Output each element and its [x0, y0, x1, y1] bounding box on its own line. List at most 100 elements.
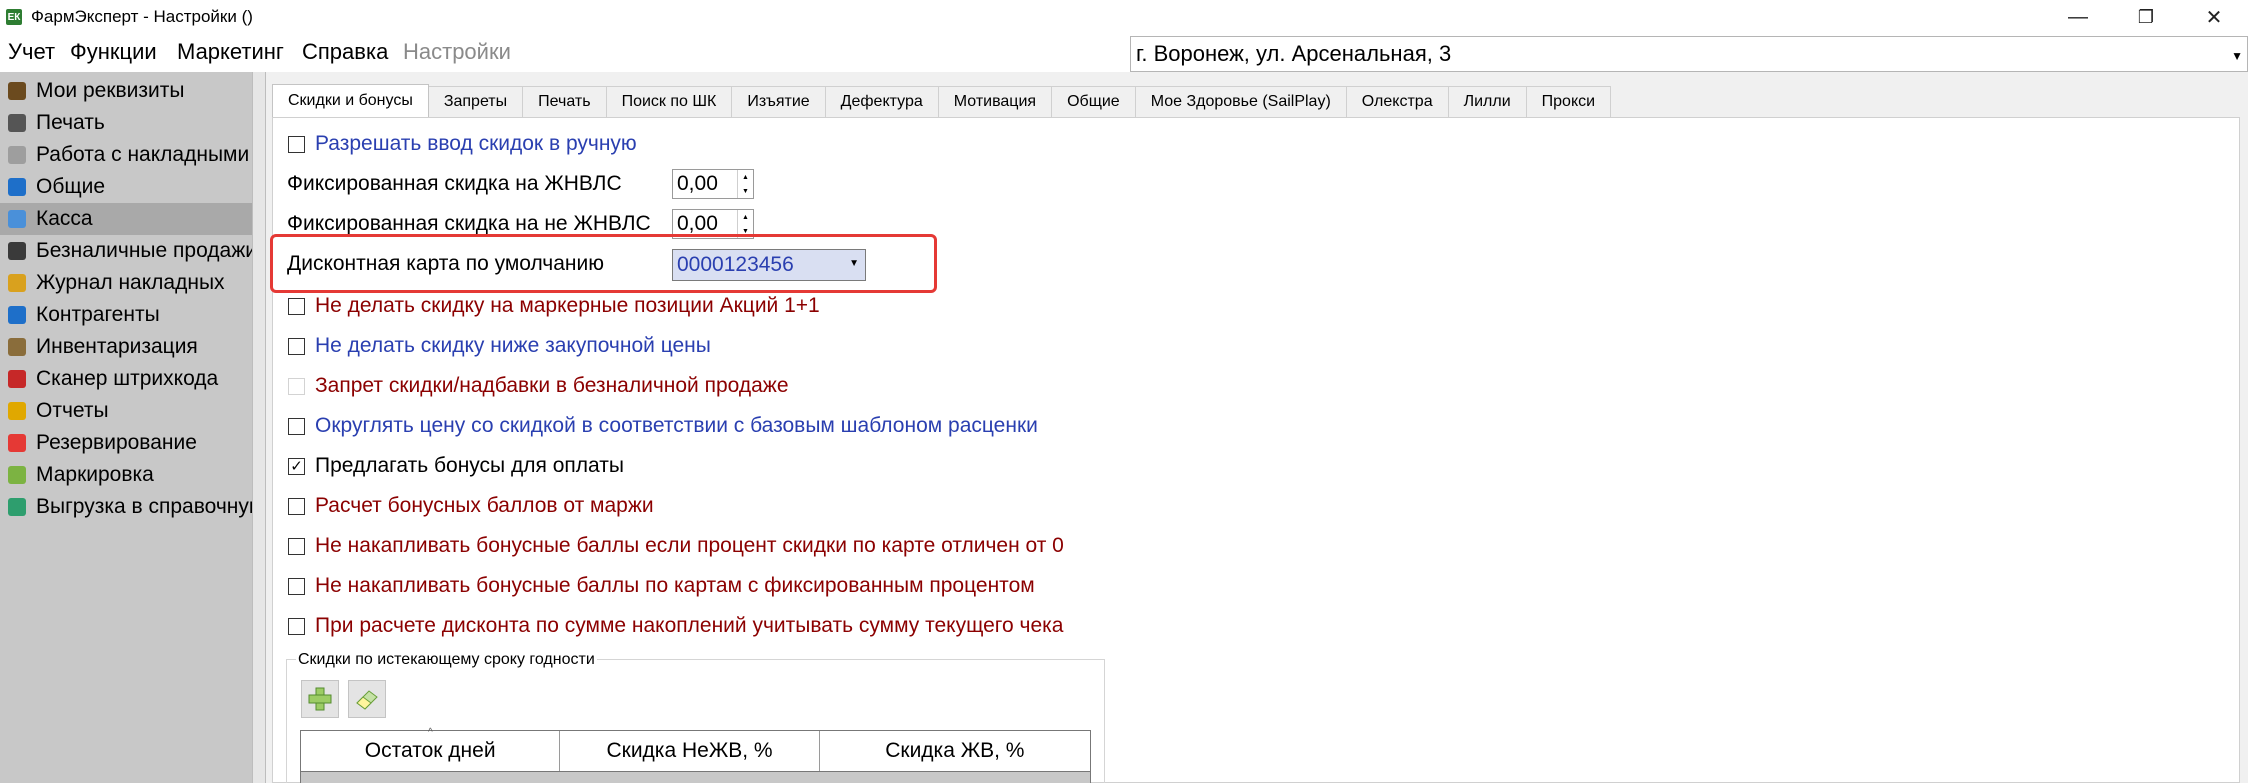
option-checkbox[interactable]: Не делать скидку на маркерные позиции Ак… — [288, 292, 820, 320]
checkbox-box[interactable] — [288, 577, 305, 595]
checkbox-box[interactable] — [288, 297, 305, 315]
reports-icon — [8, 402, 26, 420]
option-label: Не делать скидку ниже закупочной цены — [315, 334, 711, 357]
spin-down-icon[interactable]: ▼ — [742, 188, 749, 195]
checkbox-box[interactable] — [288, 497, 305, 515]
rubber-stamp-icon — [8, 82, 26, 100]
checkbox-box[interactable] — [288, 337, 305, 355]
sidebar-item[interactable]: Резервирование — [0, 427, 252, 459]
window-title: ФармЭксперт - Настройки () — [31, 7, 253, 26]
option-checkbox[interactable]: При расчете дисконта по сумме накоплений… — [288, 612, 1063, 640]
option-checkbox[interactable]: Не делать скидку ниже закупочной цены — [288, 332, 711, 360]
chevron-down-icon: ▼ — [2231, 49, 2243, 63]
option-label: Не делать скидку на маркерные позиции Ак… — [315, 294, 820, 317]
add-row-button[interactable] — [301, 680, 339, 718]
spin-up-icon[interactable]: ▲ — [742, 214, 749, 221]
menu-help[interactable]: Справка — [302, 39, 388, 65]
checkbox-box[interactable] — [288, 135, 305, 153]
menu-functions[interactable]: Функции — [70, 39, 157, 65]
document-icon — [8, 146, 26, 164]
default-card-label: Дисконтная карта по умолчанию — [287, 252, 604, 275]
tab[interactable]: Скидки и бонусы — [272, 84, 429, 117]
sort-caret-icon: ^ — [428, 727, 433, 738]
tab[interactable]: Запреты — [427, 86, 524, 117]
sidebar-item-label: Выгрузка в справочную — [36, 495, 252, 518]
option-label: При расчете дисконта по сумме накоплений… — [315, 614, 1064, 637]
option-checkbox[interactable]: Расчет бонусных баллов от маржи — [288, 492, 654, 520]
printer-icon — [8, 114, 26, 132]
sidebar-item-label: Касса — [36, 207, 93, 230]
tab[interactable]: Изъятие — [731, 86, 826, 117]
barcode-icon — [8, 370, 26, 388]
option-checkbox[interactable]: Не накапливать бонусные баллы по картам … — [288, 572, 1035, 600]
table-row[interactable] — [300, 772, 1091, 783]
tab[interactable]: Общие — [1051, 86, 1136, 117]
minimize-button[interactable]: — — [2044, 0, 2112, 34]
option-checkbox[interactable]: Не накапливать бонусные баллы если проце… — [288, 532, 1064, 560]
sidebar-item[interactable]: Сканер штрихкода — [0, 363, 252, 395]
reservation-icon — [8, 434, 26, 452]
eraser-button[interactable] — [348, 680, 386, 718]
tab-bar: Скидки и бонусы Запреты Печать Поиск по ШК И… — [272, 84, 1612, 117]
sidebar-item[interactable]: Безналичные продажи — [0, 235, 252, 267]
sidebar-item-label: Общие — [36, 175, 106, 198]
restore-button[interactable]: ❐ — [2112, 0, 2180, 34]
checkbox-box — [288, 377, 305, 395]
expiry-grid-header: Остаток дней Скидка НеЖВ, % Скидка ЖВ, % — [300, 730, 1091, 772]
store-address-select[interactable]: г. Воронеж, ул. Арсенальная, 3 ▼ — [1130, 36, 2248, 72]
option-label: Расчет бонусных баллов от маржи — [315, 494, 654, 517]
sidebar-item[interactable]: Маркировка — [0, 459, 252, 491]
eraser-icon — [356, 690, 378, 710]
option-checkbox[interactable]: Округлять цену со скидкой в соответствии… — [288, 412, 1038, 440]
sidebar-item-label: Отчеты — [36, 399, 109, 422]
sidebar-item[interactable]: Выгрузка в справочную — [0, 491, 252, 523]
close-button[interactable]: ✕ — [2180, 0, 2248, 34]
option-label: Предлагать бонусы для оплаты — [315, 454, 624, 477]
contacts-icon — [8, 306, 26, 324]
tab[interactable]: Поиск по ШК — [605, 86, 733, 117]
manual-discount-label: Разрешать ввод скидок в ручную — [315, 132, 637, 155]
sidebar-item[interactable]: Отчеты — [0, 395, 252, 427]
manual-discount-checkbox[interactable]: Разрешать ввод скидок в ручную — [288, 130, 637, 158]
checkbox-box[interactable] — [288, 417, 305, 435]
fixed-non-zhnvls-label: Фиксированная скидка на не ЖНВЛС — [287, 212, 651, 235]
column-discount-non-zhv[interactable]: Скидка НеЖВ, % — [560, 731, 820, 771]
tab[interactable]: Лилли — [1447, 86, 1527, 117]
card-terminal-icon — [8, 242, 26, 260]
tab[interactable]: Прокси — [1525, 86, 1612, 117]
fixed-zhnvls-spinner[interactable]: 0,00 ▲ ▼ — [672, 169, 754, 199]
tab[interactable]: Олекстра — [1345, 86, 1449, 117]
sidebar-item[interactable]: Работа с накладными — [0, 139, 252, 171]
option-checkbox[interactable]: ✓ Предлагать бонусы для оплаты — [288, 452, 624, 480]
menu-marketing[interactable]: Маркетинг — [177, 39, 284, 65]
column-discount-zhv[interactable]: Скидка ЖВ, % — [820, 731, 1090, 771]
upload-globe-icon — [8, 498, 26, 516]
sidebar-item[interactable]: Инвентаризация — [0, 331, 252, 363]
checkbox-box[interactable] — [288, 617, 305, 635]
sidebar-item-label: Безналичные продажи — [36, 239, 252, 262]
checkmark-icon[interactable]: ✓ — [288, 457, 305, 475]
fixed-zhnvls-value: 0,00 — [677, 172, 718, 195]
menu-uchet[interactable]: Учет — [8, 39, 55, 65]
plus-icon — [308, 687, 332, 711]
spin-up-icon[interactable]: ▲ — [742, 174, 749, 181]
sidebar-item[interactable]: Контрагенты — [0, 299, 252, 331]
sidebar-item[interactable]: Печать — [0, 107, 252, 139]
cash-register-icon — [8, 210, 26, 228]
sidebar-item-label: Печать — [36, 111, 105, 134]
sidebar-item[interactable]: Мои реквизиты — [0, 75, 252, 107]
sidebar-item[interactable]: Общие — [0, 171, 252, 203]
tab[interactable]: Мое Здоровье (SailPlay) — [1134, 86, 1347, 117]
sidebar-item-label: Мои реквизиты — [36, 79, 185, 102]
tab[interactable]: Печать — [522, 86, 607, 117]
splitter[interactable] — [252, 72, 266, 783]
default-card-select[interactable]: 0000123456 ▼ — [672, 249, 866, 281]
option-label: Не накапливать бонусные баллы по картам … — [315, 574, 1035, 597]
option-label: Запрет скидки/надбавки в безналичной про… — [315, 374, 789, 397]
sidebar-item[interactable]: Журнал накладных — [0, 267, 252, 299]
sidebar-item[interactable]: Касса — [0, 203, 252, 235]
tab[interactable]: Дефектура — [824, 86, 939, 117]
fixed-zhnvls-label: Фиксированная скидка на ЖНВЛС — [287, 172, 622, 195]
checkbox-box[interactable] — [288, 537, 305, 555]
tab[interactable]: Мотивация — [937, 86, 1053, 117]
